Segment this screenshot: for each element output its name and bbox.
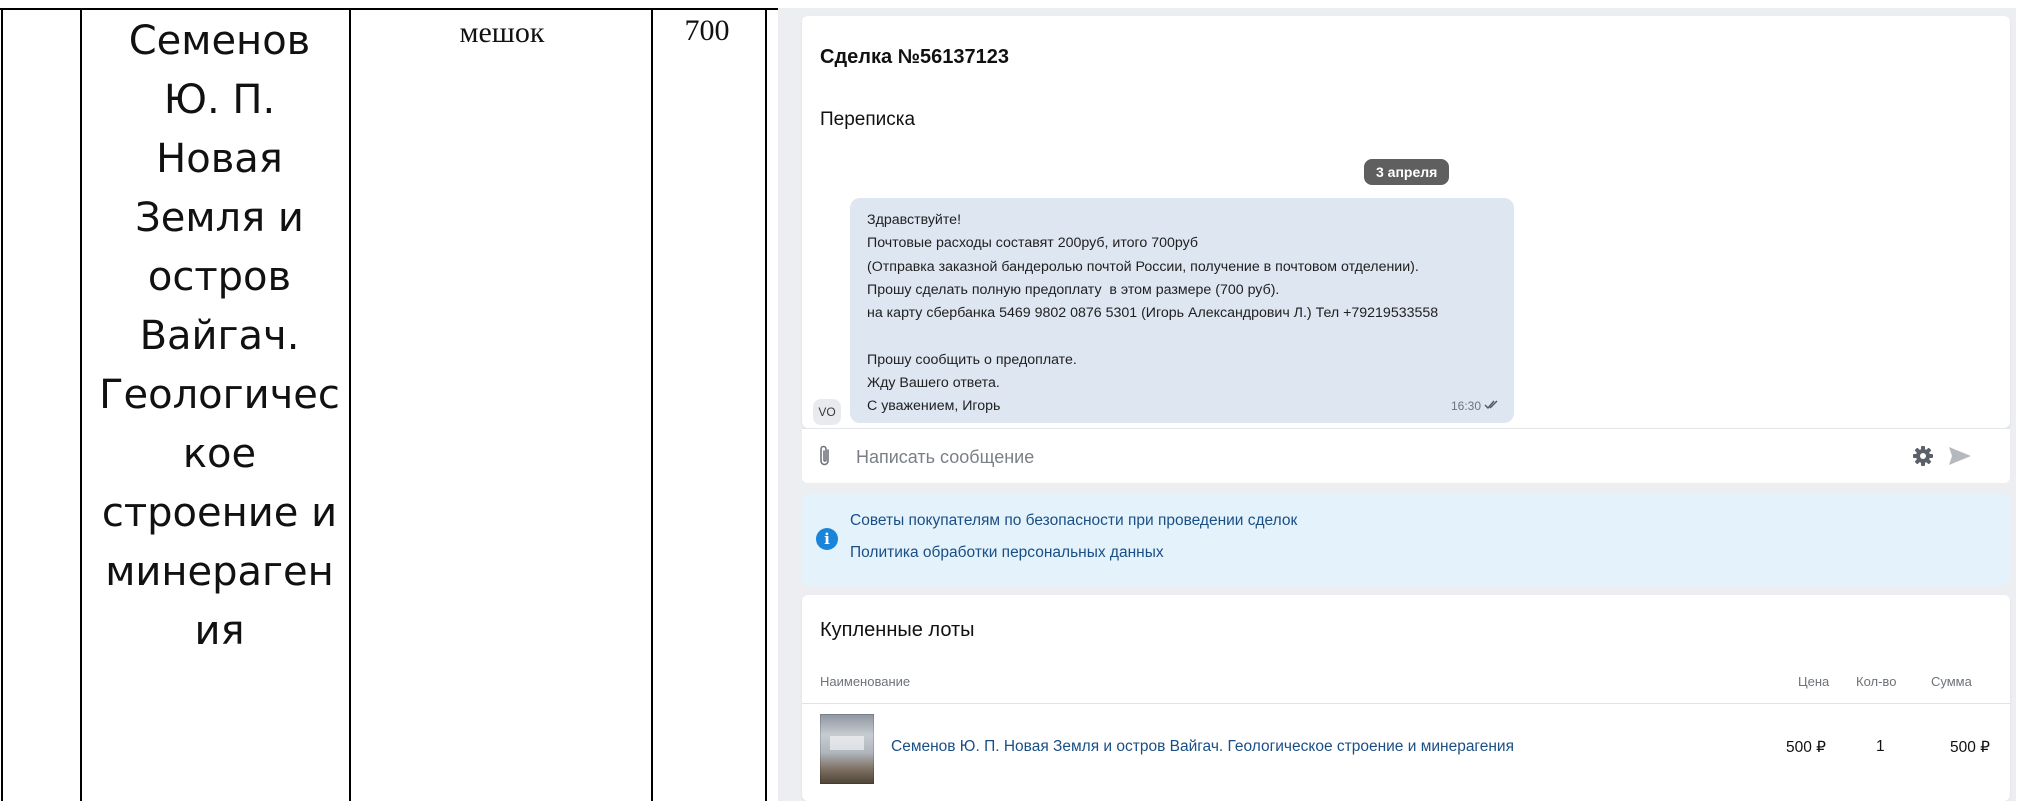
info-notice: i Советы покупателям по безопасности при… [802, 494, 2010, 586]
price-cell: 700 [684, 14, 730, 47]
table-column-border [80, 8, 82, 801]
document-table: Семенов Ю. П. Новая Земля и остров Вайга… [0, 0, 778, 801]
deal-panel: Сделка №56137123 Переписка 3 апреля VO З… [778, 8, 2016, 801]
paperclip-icon[interactable] [818, 444, 832, 473]
item-name-line: Геологичес [99, 372, 340, 418]
message-line [867, 325, 1438, 348]
item-name-line: Семенов [128, 18, 311, 64]
message-line: на карту сбербанка 5469 9802 0876 5301 (… [867, 305, 1439, 322]
message-text: Здравствуйте! Почтовые расходы составят … [867, 209, 1438, 419]
item-name-line: ия [194, 608, 245, 654]
date-badge: 3 апреля [1364, 159, 1450, 185]
item-name-line: Земля и [135, 195, 304, 241]
item-name-line: Новая [156, 136, 283, 182]
purchased-lots-card: Купленные лоты Наименование Цена Кол-во … [802, 595, 2010, 801]
message-line: (Отправка заказной бандеролью почтой Рос… [867, 258, 1419, 275]
lot-quantity: 1 [1876, 738, 1885, 755]
message-line: С уважением, Игорь [867, 398, 1001, 415]
message-timestamp: 16:30 [1451, 399, 1498, 413]
column-header-name: Наименование [820, 674, 911, 689]
deal-title: Сделка №56137123 [820, 46, 1009, 68]
table-column-border [765, 8, 767, 801]
message-compose-bar [802, 428, 2010, 483]
item-name-cell: Семенов Ю. П. Новая Земля и остров Вайга… [87, 12, 352, 661]
lot-sum: 500 ₽ [1950, 739, 1991, 756]
message-bubble: Здравствуйте! Почтовые расходы составят … [850, 198, 1514, 423]
message-line: Прошу сообщить о предоплате. [867, 351, 1077, 368]
lot-price: 500 ₽ [1786, 739, 1827, 756]
message-line: Прошу сделать полную предоплату в этом р… [867, 281, 1280, 298]
deal-card: Сделка №56137123 Переписка 3 апреля VO З… [802, 16, 2010, 428]
item-name-line: строение и [101, 490, 338, 536]
avatar[interactable]: VO [813, 399, 841, 425]
gear-icon[interactable] [1912, 445, 1934, 472]
item-name-line: Вайгач. [139, 313, 300, 359]
item-name-line: остров [147, 254, 292, 300]
unit-cell: мешок [459, 16, 545, 49]
read-check-icon [1484, 399, 1498, 413]
purchased-lots-title: Купленные лоты [820, 619, 975, 641]
message-time: 16:30 [1450, 399, 1481, 413]
message-line: Здравствуйте! [867, 212, 962, 228]
table-top-border [0, 8, 778, 10]
divider [802, 703, 2010, 704]
privacy-policy-link[interactable]: Политика обработки персональных данных [850, 544, 1164, 562]
correspondence-label: Переписка [820, 109, 916, 130]
message-line: Жду Вашего ответа. [867, 375, 1000, 392]
send-icon[interactable] [1948, 445, 1972, 472]
table-column-border [651, 8, 653, 801]
column-header-sum: Сумма [1931, 674, 1972, 689]
column-header-qty: Кол-во [1856, 674, 1897, 689]
lot-name-link[interactable]: Семенов Ю. П. Новая Земля и остров Вайга… [891, 738, 1514, 756]
lot-thumbnail[interactable] [820, 714, 874, 784]
item-name-line: Ю. П. [163, 77, 276, 123]
table-column-border [1, 8, 3, 801]
message-line: Почтовые расходы составят 200руб, итого … [867, 235, 1199, 252]
item-name-line: кое [182, 431, 257, 477]
column-header-price: Цена [1798, 674, 1830, 689]
info-icon: i [816, 528, 838, 550]
safety-tips-link[interactable]: Советы покупателям по безопасности при п… [850, 512, 1297, 530]
message-input[interactable] [854, 439, 1898, 475]
item-name-line: минераген [105, 549, 334, 595]
